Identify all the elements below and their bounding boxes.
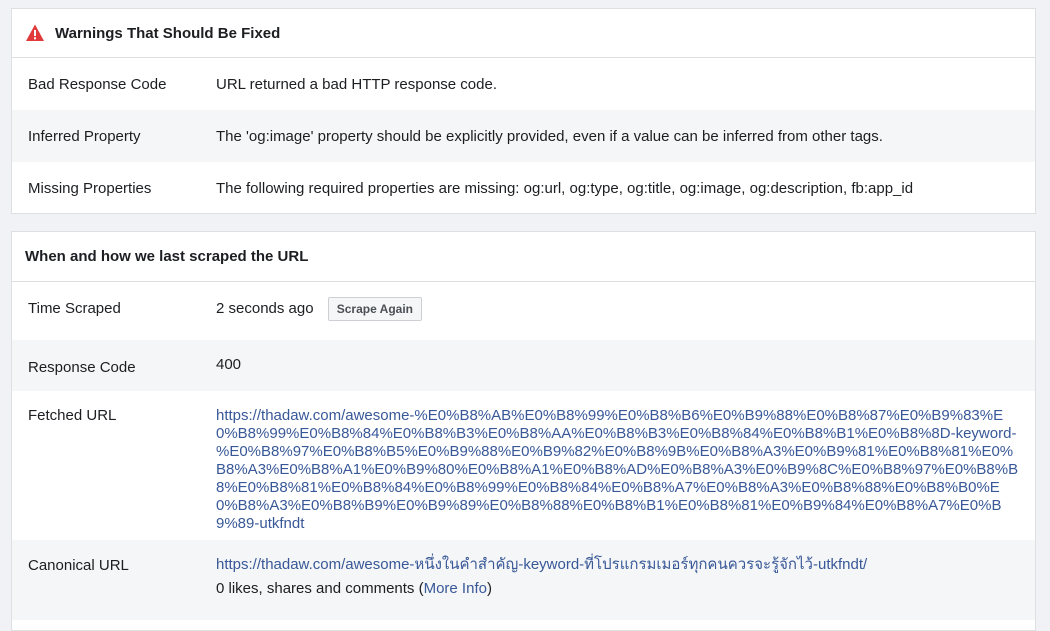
time-scraped-value: 2 seconds ago xyxy=(216,299,314,317)
likes-line: 0 likes, shares and comments (More Info) xyxy=(216,577,1021,601)
warnings-panel: Warnings That Should Be Fixed Bad Respon… xyxy=(11,8,1036,214)
scrape-header: When and how we last scraped the URL xyxy=(12,232,1035,282)
canonical-url-link[interactable]: https://thadaw.com/awesome-หนึ่งในคำสำคั… xyxy=(216,553,1021,577)
warning-row-bad-response: Bad Response Code URL returned a bad HTT… xyxy=(12,58,1035,110)
response-code-row: Response Code 400 xyxy=(12,340,1035,391)
likes-close: ) xyxy=(486,580,492,597)
time-scraped-label: Time Scraped xyxy=(28,300,121,317)
response-code-value: 400 xyxy=(216,356,242,373)
scrape-panel: When and how we last scraped the URL Tim… xyxy=(11,231,1036,631)
canonical-url-row: Canonical URL https://thadaw.com/awesome… xyxy=(12,540,1035,620)
canonical-url-cell: https://thadaw.com/awesome-หนึ่งในคำสำคั… xyxy=(216,553,1035,620)
canonical-url-label: Canonical URL xyxy=(28,557,129,574)
scrape-title: When and how we last scraped the URL xyxy=(25,248,309,265)
fetched-url-cell: https://thadaw.com/awesome-%E0%B8%AB%E0%… xyxy=(216,407,1035,540)
time-scraped-cell: 2 seconds ago Scrape Again xyxy=(216,297,1035,340)
fetched-url-link[interactable]: https://thadaw.com/awesome-%E0%B8%AB%E0%… xyxy=(216,407,1018,532)
time-scraped-row: Time Scraped 2 seconds ago Scrape Again xyxy=(12,282,1035,340)
likes-text: 0 likes, shares and comments ( xyxy=(216,580,424,597)
more-info-link[interactable]: More Info xyxy=(424,580,487,597)
warning-value: The following required properties are mi… xyxy=(216,180,914,197)
warnings-title: Warnings That Should Be Fixed xyxy=(55,24,281,42)
warning-label: Inferred Property xyxy=(28,128,141,145)
fetched-url-row: Fetched URL https://thadaw.com/awesome-%… xyxy=(12,391,1035,540)
warning-value: URL returned a bad HTTP response code. xyxy=(216,76,497,93)
warning-row-inferred-property: Inferred Property The 'og:image' propert… xyxy=(12,110,1035,162)
warning-value: The 'og:image' property should be explic… xyxy=(216,128,883,145)
response-code-label: Response Code xyxy=(28,359,136,376)
fetched-url-label: Fetched URL xyxy=(28,407,117,424)
warning-label: Missing Properties xyxy=(28,180,152,197)
warning-row-missing-properties: Missing Properties The following require… xyxy=(12,162,1035,213)
warning-label: Bad Response Code xyxy=(28,76,167,93)
scrape-again-button[interactable]: Scrape Again xyxy=(327,297,422,321)
warning-triangle-icon xyxy=(26,24,44,41)
warnings-header: Warnings That Should Be Fixed xyxy=(12,9,1035,58)
